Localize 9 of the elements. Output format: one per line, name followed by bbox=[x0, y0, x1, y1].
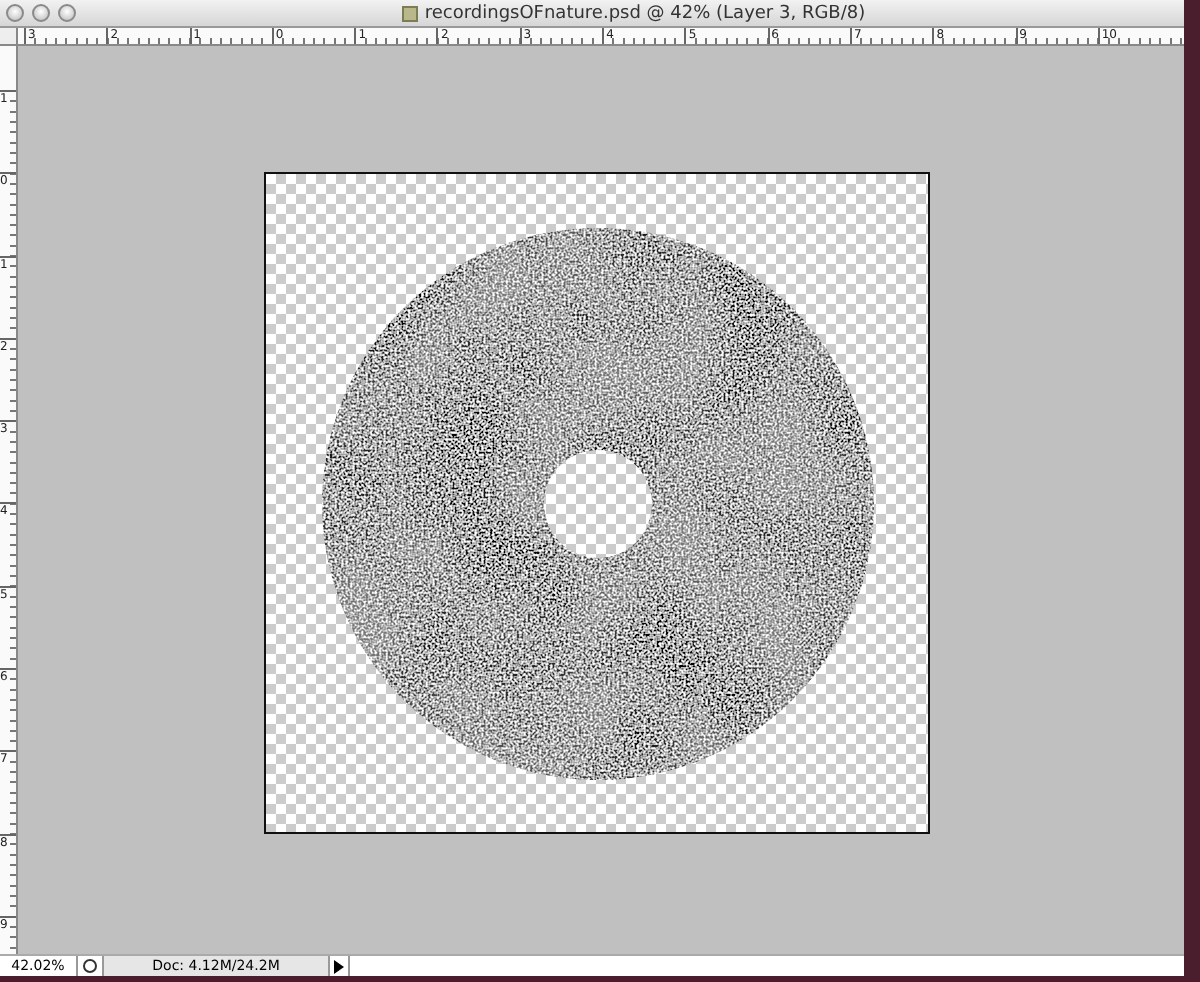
status-menu-button[interactable] bbox=[330, 956, 350, 976]
close-button[interactable] bbox=[6, 4, 24, 22]
zoom-button[interactable] bbox=[58, 4, 76, 22]
document-icon bbox=[402, 5, 419, 21]
ruler-origin[interactable] bbox=[0, 28, 18, 46]
round-icon bbox=[82, 958, 98, 974]
play-icon bbox=[334, 959, 344, 973]
minimize-button[interactable] bbox=[32, 4, 50, 22]
window-title: recordingsOFnature.psd @ 42% (Layer 3, RGB/8) bbox=[424, 3, 866, 23]
